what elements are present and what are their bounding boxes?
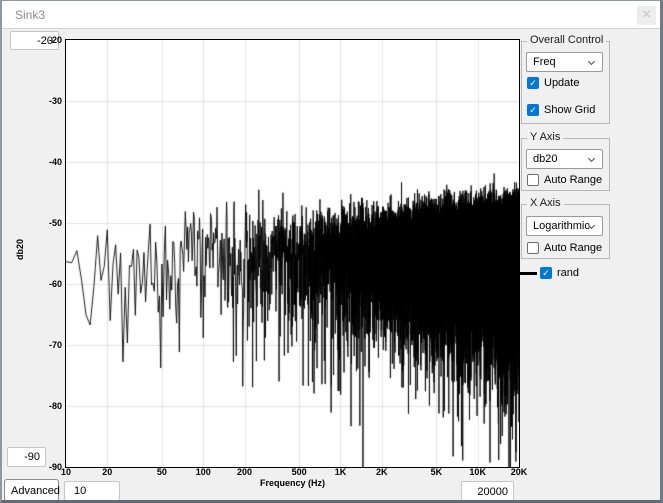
y-tick-label: -50 [30,218,62,228]
titlebar[interactable]: Sink3 ✕ [2,1,660,29]
chevron-down-icon [588,58,595,65]
x-tick-label: 1K [335,467,347,477]
legend-line-swatch [513,272,537,275]
spectrum-canvas[interactable] [66,40,519,467]
check-icon: ✓ [528,105,538,116]
x-tick-label: 10 [61,467,71,477]
x-tick-label: 10K [469,467,486,477]
overall-control-group: Overall Control Freq ✓ Update ✓ Show Gri… [521,41,610,124]
close-icon: ✕ [642,9,651,21]
update-checkbox[interactable]: ✓ [527,77,539,89]
y-auto-range-row: ✓ Auto Range [527,173,602,186]
x-auto-range-row: ✓ Auto Range [527,241,602,254]
x-tick-label: 50 [157,467,167,477]
window-title: Sink3 [15,1,45,29]
chevron-down-icon [588,155,595,162]
y-axis-title: db20 [15,239,25,260]
y-tick-label: -40 [30,157,62,167]
x-tick-label: 2K [376,467,388,477]
x-axis-dropdown[interactable]: Logarithmic [526,216,603,236]
x-axis-group: X Axis Logarithmic ✓ Auto Range [521,204,610,259]
y-tick-label: -80 [30,401,62,411]
y-axis-group: Y Axis db20 ✓ Auto Range [521,138,610,191]
close-button[interactable]: ✕ [637,6,656,25]
x-tick-label: 20 [102,467,112,477]
overall-control-dropdown[interactable]: Freq [526,52,603,72]
y-tick-label: -90 [30,462,62,472]
y-tick-label: -70 [30,340,62,350]
x-tick-label: 5K [431,467,443,477]
show-grid-row: ✓ Show Grid [527,103,595,116]
x-min-input[interactable] [64,481,120,501]
x-axis-group-title: X Axis [527,197,564,209]
y-auto-range-checkbox[interactable]: ✓ [527,174,539,186]
sink3-window: Sink3 ✕ db20 Frequency (Hz) Advanced -20… [0,0,663,503]
rand-trace-checkbox[interactable]: ✓ [540,267,552,279]
x-tick-label: 20K [511,467,528,477]
x-axis-title: Frequency (Hz) [65,478,520,488]
y-axis-group-title: Y Axis [527,131,563,143]
y-tick-label: -60 [30,279,62,289]
y-tick-label: -20 [30,35,62,45]
plot-area[interactable] [65,39,520,468]
legend-label: rand [557,267,579,280]
check-icon: ✓ [541,268,551,279]
x-auto-range-checkbox[interactable]: ✓ [527,242,539,254]
y-tick-label: -30 [30,96,62,106]
update-row: ✓ Update [527,76,579,89]
x-tick-label: 200 [237,467,252,477]
overall-control-title: Overall Control [527,34,606,46]
check-icon: ✓ [528,78,538,89]
show-grid-checkbox[interactable]: ✓ [527,104,539,116]
advanced-button[interactable]: Advanced [4,479,59,502]
y-axis-dropdown[interactable]: db20 [526,149,603,169]
x-max-input[interactable] [461,481,514,502]
x-tick-label: 500 [292,467,307,477]
legend-row: ✓ [540,267,552,279]
x-tick-label: 100 [196,467,211,477]
